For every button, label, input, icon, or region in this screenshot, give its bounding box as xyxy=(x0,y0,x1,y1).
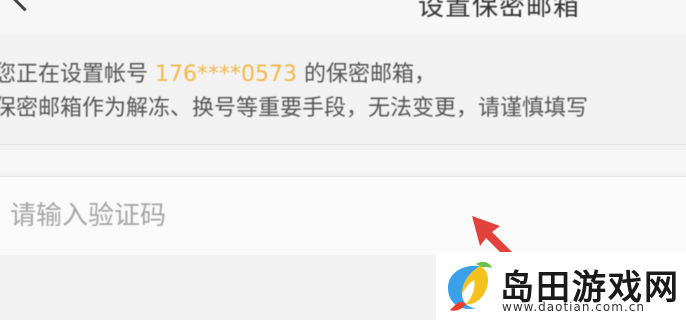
page-title: 设置保密邮箱 xyxy=(418,0,581,22)
divider xyxy=(0,144,686,145)
back-arrow-icon[interactable] xyxy=(9,0,40,12)
watermark-logo-icon xyxy=(448,261,492,311)
verification-code-row xyxy=(0,176,686,256)
warning-text: 保密邮箱作为解冻、换号等重要手段，无法变更，请谨慎填写 xyxy=(0,96,589,121)
info-section: 您正在设置帐号 176****0573 的保密邮箱， 保密邮箱作为解冻、换号等重… xyxy=(0,34,686,144)
verification-code-input[interactable] xyxy=(8,191,652,241)
screen: 设置保密邮箱 您正在设置帐号 176****0573 的保密邮箱， 保密邮箱作为… xyxy=(0,0,686,320)
nav-bar: 设置保密邮箱 xyxy=(0,0,686,34)
account-notice: 您正在设置帐号 176****0573 的保密邮箱， xyxy=(0,56,436,88)
account-number: 176****0573 xyxy=(155,62,297,87)
notice-prefix: 您正在设置帐号 xyxy=(0,62,155,87)
notice-suffix: 的保密邮箱， xyxy=(296,62,436,87)
spacer xyxy=(0,150,686,172)
watermark: 岛田游戏网 www.daotian.com.cn xyxy=(436,252,686,320)
watermark-url: www.daotian.com.cn xyxy=(502,300,645,314)
